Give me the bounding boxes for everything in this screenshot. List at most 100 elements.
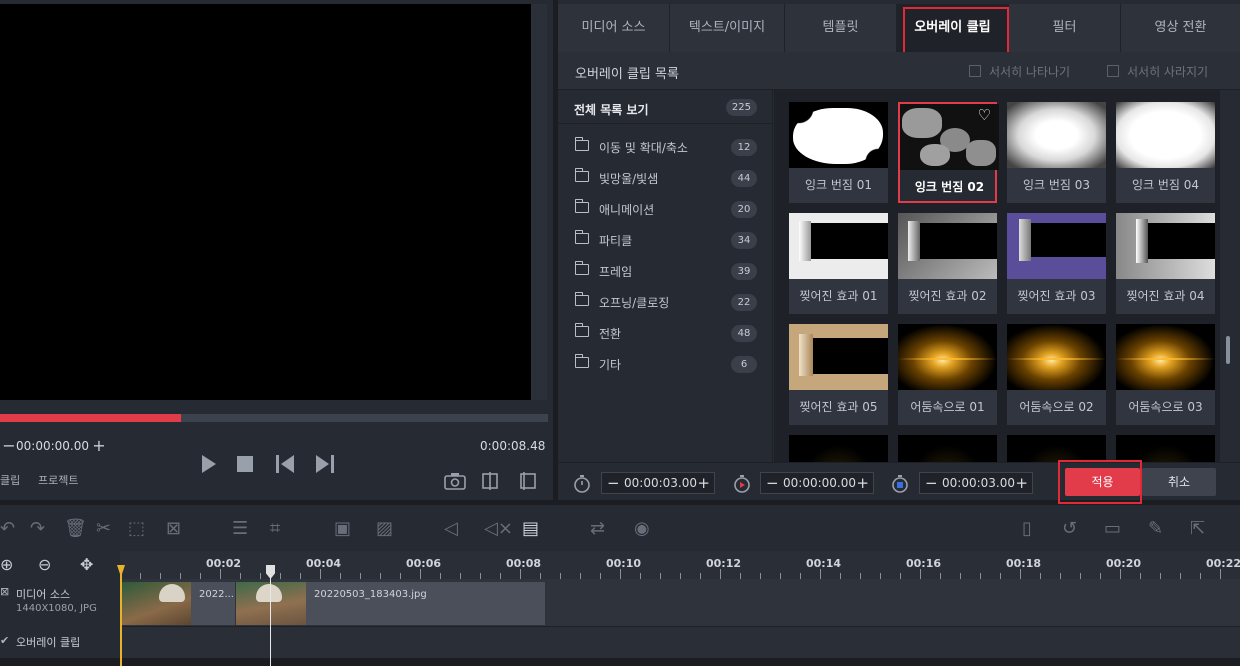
select-area-icon[interactable]: ⬚ (128, 518, 145, 539)
subtitle-icon[interactable]: ▤ (522, 518, 539, 539)
timeline-clip-1[interactable]: 2022... (121, 582, 235, 625)
start-minus[interactable]: − (766, 473, 779, 493)
category-item[interactable]: 기타 6 (558, 349, 773, 380)
tab-media-source[interactable]: 미디어 소스 (558, 4, 670, 52)
tab-template[interactable]: 템플릿 (785, 4, 897, 52)
play-icon[interactable] (200, 454, 218, 474)
zoom-in-icon[interactable]: ⊕ (0, 555, 13, 574)
tab-transition[interactable]: 영상 전환 (1121, 4, 1240, 52)
redo-icon[interactable]: ↷ (30, 518, 45, 539)
save-as-icon[interactable]: ✎ (1148, 518, 1163, 539)
ruler-label: 00:20 (1106, 557, 1142, 570)
category-item[interactable]: 프레임 39 (558, 256, 773, 287)
fade-minus[interactable]: − (925, 473, 938, 493)
ruler-label: 00:14 (806, 557, 842, 570)
timeline-clip-1-label: 2022... (199, 589, 234, 600)
track-overlay-lane[interactable] (120, 627, 1240, 658)
duration-plus[interactable]: + (697, 473, 710, 493)
stop-icon[interactable] (236, 455, 254, 473)
apply-button[interactable]: 적용 (1065, 468, 1140, 496)
new-project-icon[interactable]: ▯ (1022, 518, 1032, 539)
overlay-clip-tile[interactable]: 잉크 번짐 03 (1007, 102, 1106, 203)
overlay-clip-tile[interactable]: 잉크 번짐 04 (1116, 102, 1215, 203)
fade-in-checkbox[interactable] (969, 65, 981, 77)
cut-icon[interactable]: ✂ (96, 518, 111, 539)
start-plus[interactable]: + (856, 473, 869, 493)
playback-progress[interactable] (0, 414, 548, 422)
image-icon[interactable]: ▣ (334, 518, 351, 539)
mute-icon[interactable]: ◁× (484, 518, 513, 539)
overlay-clip-tile[interactable]: 어둠속으로 02 (1007, 324, 1106, 425)
project-label[interactable]: 프로젝트 (38, 472, 78, 488)
category-count: 20 (731, 201, 757, 218)
preview-eye-icon[interactable]: ◉ (634, 518, 650, 539)
crop-icon[interactable]: ⌗ (270, 518, 280, 539)
timecode-plus-button[interactable]: + (90, 435, 108, 457)
tab-filter[interactable]: 필터 (1009, 4, 1121, 52)
clip-label: 찢어진 효과 03 (1017, 289, 1096, 303)
panel-subheader: 오버레이 클립 목록 서서히 나타나기 서서히 사라지기 (558, 52, 1240, 90)
category-item[interactable]: 이동 및 확대/축소 12 (558, 132, 773, 163)
save-icon[interactable]: ▭ (1104, 518, 1121, 539)
cancel-button[interactable]: 취소 (1142, 468, 1216, 496)
overlay-clip-tile[interactable] (898, 435, 997, 462)
zoom-out-icon[interactable]: ⊖ (38, 555, 51, 574)
favorite-heart-icon[interactable]: ♡ (978, 106, 991, 124)
timeline-ruler[interactable]: ⊕ ⊖ ✥ 00:02 00:04 00:06 00:08 00:10 00:12 00:1… (0, 551, 1240, 579)
fit-icon[interactable]: ✥ (80, 555, 93, 574)
volume-icon[interactable]: ◁ (444, 518, 458, 539)
overlay-clip-tile[interactable]: 어둠속으로 03 (1116, 324, 1215, 425)
grid-scrollbar[interactable] (1220, 90, 1240, 462)
adjust-icon[interactable]: ☰ (232, 518, 248, 539)
fade-time-field[interactable]: − 00:00:03.00 + (919, 472, 1033, 494)
side-view-icon[interactable] (518, 472, 538, 490)
overlay-clip-tile[interactable] (789, 435, 888, 462)
replace-icon[interactable]: ⇄ (590, 518, 605, 539)
overlay-clip-tile[interactable]: 어둠속으로 01 (898, 324, 997, 425)
category-item[interactable]: 파티클 34 (558, 225, 773, 256)
overlay-clip-tile[interactable]: 찢어진 효과 03 (1007, 213, 1106, 314)
overlay-clip-tile[interactable] (1007, 435, 1106, 462)
duration-field[interactable]: − 00:00:03.00 + (601, 472, 715, 494)
undo-icon[interactable]: ↶ (0, 518, 15, 539)
export-icon[interactable]: ⇱ (1190, 518, 1205, 539)
overlay-clip-tile[interactable]: 찢어진 효과 05 (789, 324, 888, 425)
category-item[interactable]: 애니메이션 20 (558, 194, 773, 225)
preview-scrollbar[interactable] (531, 4, 547, 400)
open-project-icon[interactable]: ↺ (1062, 518, 1077, 539)
ruler-tick (920, 569, 921, 579)
prev-frame-icon[interactable] (274, 454, 296, 474)
track-media: ⊠ 미디어 소스 1440X1080, JPG 2022... 20220503… (0, 579, 1240, 627)
folder-icon (574, 354, 589, 368)
tab-text-image[interactable]: 텍스트/이미지 (670, 4, 785, 52)
start-marker[interactable] (120, 565, 122, 666)
overlay-clip-tile[interactable]: 찢어진 효과 02 (898, 213, 997, 314)
grid-scrollbar-thumb[interactable] (1226, 336, 1230, 364)
overlay-clip-tile[interactable]: 잉크 번짐 02 ♡ (898, 102, 999, 203)
overlay-clip-tile[interactable] (1116, 435, 1215, 462)
split-view-icon[interactable] (480, 472, 500, 490)
next-frame-icon[interactable] (314, 454, 336, 474)
fade-out-checkbox[interactable] (1107, 65, 1119, 77)
duration-minus[interactable]: − (607, 473, 620, 493)
remove-area-icon[interactable]: ⊠ (166, 518, 181, 539)
category-all[interactable]: 전체 목록 보기 225 (558, 92, 773, 124)
category-item[interactable]: 오프닝/클로징 22 (558, 287, 773, 318)
category-item[interactable]: 빛망울/빛샘 44 (558, 163, 773, 194)
timeline-toolbar: ↶ ↷ 🗑 ✂ ⬚ ⊠ ☰ ⌗ ▣ ▨ ◁ ◁× ▤ ⇄ ◉ ▯ ↺ ▭ ✎ ⇱ (0, 505, 1240, 551)
camera-icon[interactable] (444, 472, 466, 490)
folder-icon (574, 137, 589, 151)
panel-title: 오버레이 클립 목록 (575, 67, 679, 82)
overlay-clip-tile[interactable]: 찢어진 효과 01 (789, 213, 888, 314)
playhead-line[interactable] (270, 565, 271, 666)
overlay-clip-tile[interactable]: 잉크 번짐 01 (789, 102, 888, 203)
clip-label[interactable]: 클립 (0, 472, 20, 488)
delete-icon[interactable]: 🗑 (64, 518, 87, 539)
fade-plus[interactable]: + (1015, 473, 1028, 493)
category-count: 48 (731, 325, 757, 342)
overlay-clip-tile[interactable]: 찢어진 효과 04 (1116, 213, 1215, 314)
picture-icon[interactable]: ▨ (376, 518, 393, 539)
start-time-field[interactable]: − 00:00:00.00 + (760, 472, 874, 494)
timeline-clip-2[interactable]: 20220503_183403.jpg (236, 582, 545, 625)
category-item[interactable]: 전환 48 (558, 318, 773, 349)
